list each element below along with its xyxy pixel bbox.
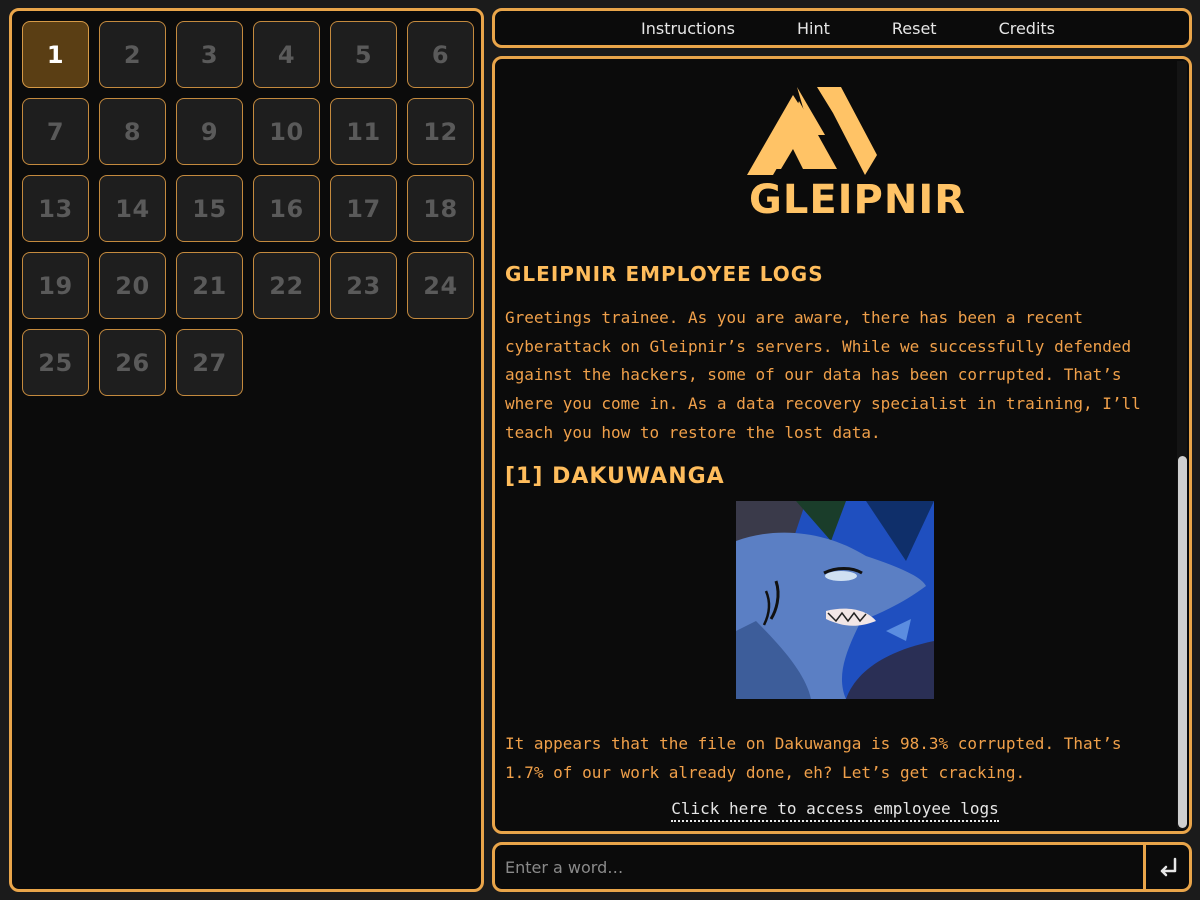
level-button-12[interactable]: 12 bbox=[407, 98, 474, 165]
level-button-4[interactable]: 4 bbox=[253, 21, 320, 88]
submit-button[interactable] bbox=[1143, 845, 1189, 889]
employee-logs-link-row: Click here to access employee logs bbox=[505, 799, 1165, 822]
intro-paragraph: Greetings trainee. As you are aware, the… bbox=[505, 308, 1141, 442]
level-button-25[interactable]: 25 bbox=[22, 329, 89, 396]
level-button-10[interactable]: 10 bbox=[253, 98, 320, 165]
nav-hint[interactable]: Hint bbox=[797, 19, 830, 38]
content-panel: GLEIPNIR GLEIPNIR EMPLOYEE LOGS Greeting… bbox=[492, 56, 1192, 834]
level-button-1[interactable]: 1 bbox=[22, 21, 89, 88]
level-button-5[interactable]: 5 bbox=[330, 21, 397, 88]
level-button-9[interactable]: 9 bbox=[176, 98, 243, 165]
nav-reset[interactable]: Reset bbox=[892, 19, 937, 38]
level-select-panel: 1 2 3 4 5 6 7 8 9 10 11 12 13 14 15 16 1… bbox=[9, 8, 484, 892]
level-button-7[interactable]: 7 bbox=[22, 98, 89, 165]
level-button-3[interactable]: 3 bbox=[176, 21, 243, 88]
level-button-18[interactable]: 18 bbox=[407, 175, 474, 242]
level-button-6[interactable]: 6 bbox=[407, 21, 474, 88]
level-button-15[interactable]: 15 bbox=[176, 175, 243, 242]
level-button-14[interactable]: 14 bbox=[99, 175, 166, 242]
level-button-17[interactable]: 17 bbox=[330, 175, 397, 242]
level-button-27[interactable]: 27 bbox=[176, 329, 243, 396]
character-portrait bbox=[736, 501, 934, 699]
content-scrollbar[interactable] bbox=[1177, 61, 1187, 829]
scrollbar-thumb[interactable] bbox=[1178, 456, 1187, 828]
nav-instructions[interactable]: Instructions bbox=[641, 19, 735, 38]
enter-icon bbox=[1160, 857, 1176, 877]
nav-items: Instructions Hint Reset Credits bbox=[495, 11, 1189, 45]
logo-wordmark: GLEIPNIR bbox=[749, 177, 967, 223]
entry-title: [1] DAKUWANGA bbox=[505, 464, 725, 489]
level-button-8[interactable]: 8 bbox=[99, 98, 166, 165]
level-button-19[interactable]: 19 bbox=[22, 252, 89, 319]
level-button-22[interactable]: 22 bbox=[253, 252, 320, 319]
level-button-24[interactable]: 24 bbox=[407, 252, 474, 319]
level-button-23[interactable]: 23 bbox=[330, 252, 397, 319]
nav-credits[interactable]: Credits bbox=[999, 19, 1055, 38]
level-button-16[interactable]: 16 bbox=[253, 175, 320, 242]
employee-logs-link[interactable]: Click here to access employee logs bbox=[671, 799, 999, 822]
level-grid: 1 2 3 4 5 6 7 8 9 10 11 12 13 14 15 16 1… bbox=[22, 21, 474, 396]
level-button-20[interactable]: 20 bbox=[99, 252, 166, 319]
section-title: GLEIPNIR EMPLOYEE LOGS bbox=[505, 262, 824, 286]
level-button-13[interactable]: 13 bbox=[22, 175, 89, 242]
word-input[interactable] bbox=[495, 845, 1141, 889]
top-nav-bar: Instructions Hint Reset Credits bbox=[492, 8, 1192, 48]
level-button-2[interactable]: 2 bbox=[99, 21, 166, 88]
word-input-bar bbox=[492, 842, 1192, 892]
level-button-11[interactable]: 11 bbox=[330, 98, 397, 165]
status-paragraph: It appears that the file on Dakuwanga is… bbox=[505, 734, 1122, 782]
level-button-26[interactable]: 26 bbox=[99, 329, 166, 396]
level-button-21[interactable]: 21 bbox=[176, 252, 243, 319]
